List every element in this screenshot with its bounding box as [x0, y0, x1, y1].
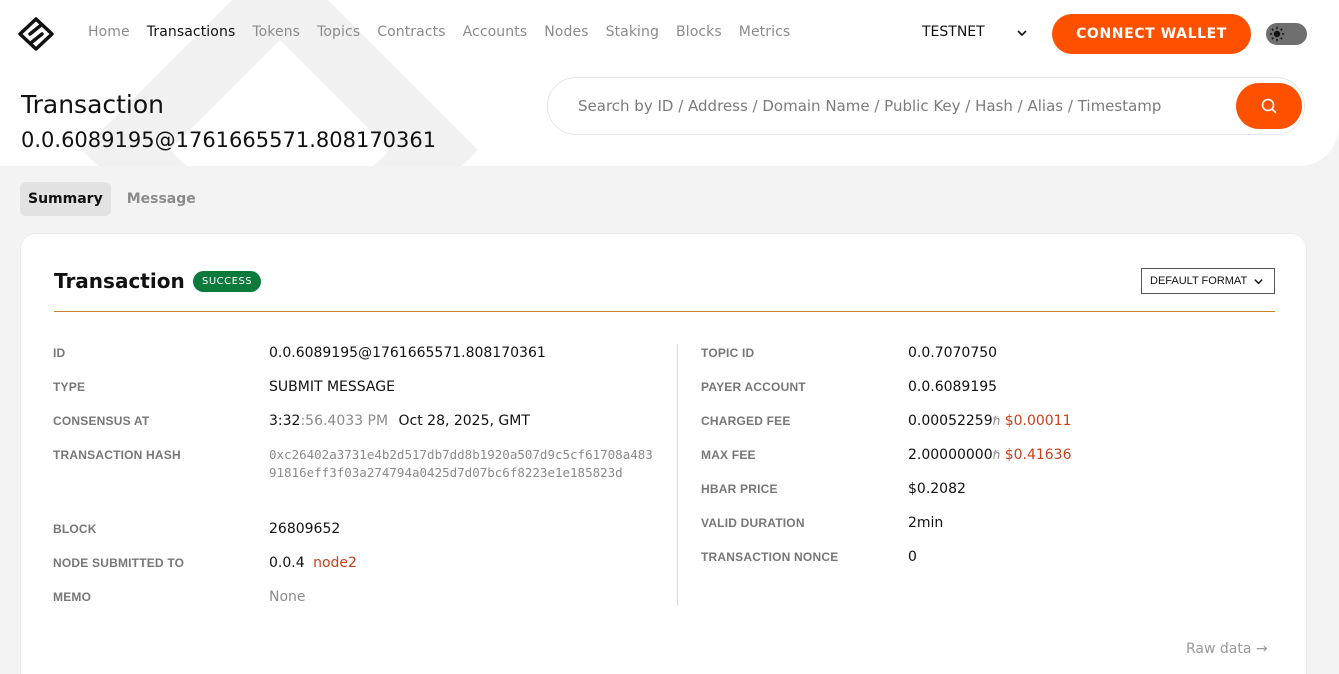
id-value: 0.0.6089195@1761665571.808170361: [269, 345, 546, 361]
chevron-down-icon: [1254, 279, 1263, 285]
network-selector[interactable]: TESTNET: [922, 24, 1027, 40]
charged-fee-value: 0.00052259ℏ $0.00011: [908, 413, 1072, 429]
topic-label: TOPIC ID: [701, 346, 755, 360]
status-badge: SUCCESS: [193, 271, 262, 292]
hbar-symbol: ℏ: [992, 448, 1001, 462]
search-button[interactable]: [1236, 83, 1302, 129]
page-title: Transaction: [21, 90, 165, 119]
nav-nodes[interactable]: Nodes: [544, 24, 588, 40]
payer-value[interactable]: 0.0.6089195: [908, 379, 997, 395]
chevron-down-icon: [1017, 30, 1027, 37]
node-id[interactable]: 0.0.4: [269, 555, 305, 571]
block-value[interactable]: 26809652: [269, 521, 340, 537]
nav-metrics[interactable]: Metrics: [739, 24, 791, 40]
card-title: Transaction: [54, 269, 185, 293]
hbar-symbol: ℏ: [992, 414, 1001, 428]
page-subtitle-transaction-id: 0.0.6089195@1761665571.808170361: [21, 128, 437, 152]
consensus-time-fraction: :56.4033 PM: [300, 413, 389, 429]
charged-fee-hbar: 0.00052259: [908, 413, 993, 429]
nav-contracts[interactable]: Contracts: [377, 24, 445, 40]
column-divider: [677, 344, 678, 606]
network-label: TESTNET: [922, 24, 985, 40]
valid-duration-value: 2min: [908, 515, 944, 531]
hash-value: 0xc26402a3731e4b2d517db7dd8b1920a507d9c5…: [269, 447, 653, 480]
raw-data-link[interactable]: Raw data →: [1186, 641, 1268, 657]
charged-fee-usd: $0.00011: [1004, 413, 1072, 429]
memo-value: None: [269, 589, 306, 605]
topic-value[interactable]: 0.0.7070750: [908, 345, 997, 361]
search-input[interactable]: [578, 94, 1238, 118]
main-nav: Home Transactions Tokens Topics Contract…: [88, 24, 807, 40]
search-icon: [1261, 98, 1277, 114]
nav-tokens[interactable]: Tokens: [252, 24, 300, 40]
tab-bar: Summary Message: [20, 182, 212, 216]
payer-label: PAYER ACCOUNT: [701, 380, 806, 394]
node-label: NODE SUBMITTED TO: [53, 556, 185, 570]
tab-message[interactable]: Message: [119, 182, 204, 216]
connect-wallet-button[interactable]: CONNECT WALLET: [1052, 14, 1251, 54]
nonce-value: 0: [908, 549, 917, 565]
hbar-price-label: HBAR PRICE: [701, 482, 778, 496]
node-name-link[interactable]: node2: [313, 555, 357, 571]
max-fee-label: MAX FEE: [701, 448, 756, 462]
header-divider: [54, 311, 1275, 312]
hbar-price-value: $0.2082: [908, 481, 966, 497]
nav-blocks[interactable]: Blocks: [676, 24, 722, 40]
id-label: ID: [53, 346, 66, 360]
max-fee-hbar: 2.00000000: [908, 447, 993, 463]
nav-home[interactable]: Home: [88, 24, 130, 40]
top-navigation-bar: Home Transactions Tokens Topics Contract…: [0, 0, 1339, 68]
memo-label: MEMO: [53, 590, 92, 604]
nav-topics[interactable]: Topics: [317, 24, 360, 40]
max-fee-value: 2.00000000ℏ $0.41636: [908, 447, 1072, 463]
theme-toggle[interactable]: [1266, 23, 1307, 45]
consensus-label: CONSENSUS AT: [53, 414, 150, 428]
format-select[interactable]: DEFAULT FORMAT: [1141, 268, 1275, 294]
hash-label: TRANSACTION HASH: [53, 448, 181, 462]
sun-icon: [1269, 26, 1285, 42]
nav-staking[interactable]: Staking: [606, 24, 659, 40]
block-label: BLOCK: [53, 522, 97, 536]
consensus-date: Oct 28, 2025, GMT: [398, 413, 530, 429]
search-bar: [547, 77, 1305, 135]
hashscan-logo-icon[interactable]: [18, 17, 54, 51]
consensus-time: 3:32: [269, 413, 301, 429]
charged-fee-label: CHARGED FEE: [701, 414, 791, 428]
tab-summary[interactable]: Summary: [20, 182, 111, 216]
consensus-value: 3:32:56.4033 PM Oct 28, 2025, GMT: [269, 413, 530, 429]
nonce-label: TRANSACTION NONCE: [701, 550, 839, 564]
max-fee-usd: $0.41636: [1004, 447, 1072, 463]
nav-transactions[interactable]: Transactions: [147, 24, 236, 40]
transaction-card: Transaction SUCCESS DEFAULT FORMAT ID 0.…: [20, 233, 1307, 674]
node-value: 0.0.4 node2: [269, 555, 357, 571]
type-value: SUBMIT MESSAGE: [269, 379, 395, 395]
nav-accounts[interactable]: Accounts: [463, 24, 528, 40]
format-select-value: DEFAULT FORMAT: [1150, 275, 1248, 287]
type-label: TYPE: [53, 380, 86, 394]
valid-duration-label: VALID DURATION: [701, 516, 805, 530]
